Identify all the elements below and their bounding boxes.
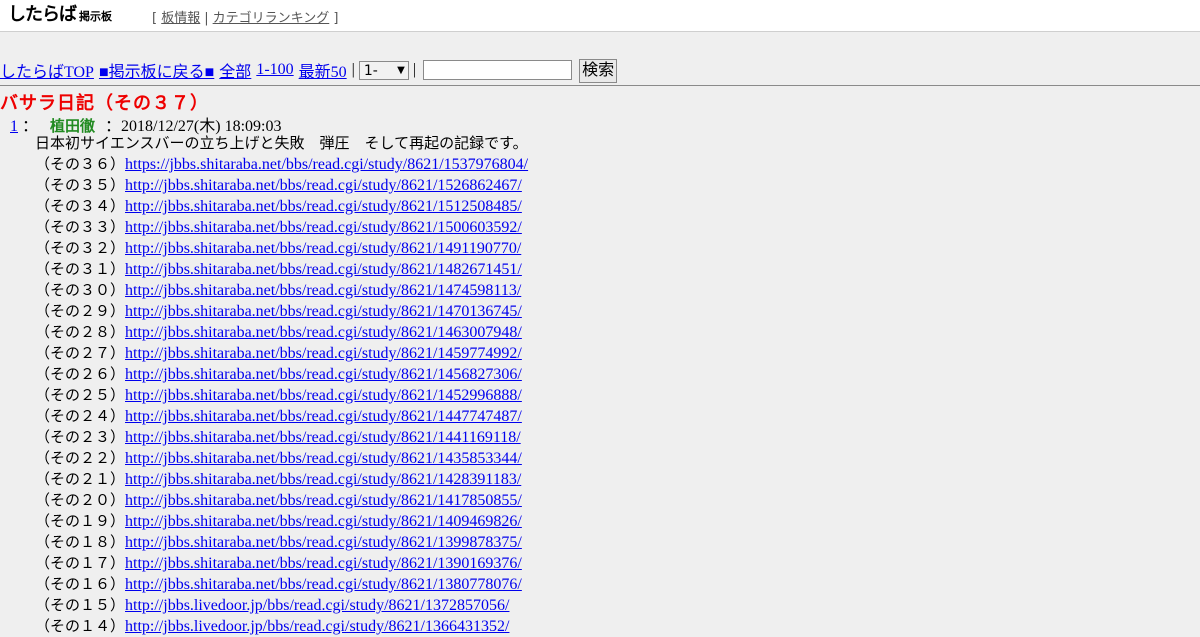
entry-label: （その２１） [35,470,126,488]
entry-label: （その３６） [35,155,126,173]
list-item: （その２１）http://jbbs.shitaraba.net/bbs/read… [35,469,528,490]
post-intro: 日本初サイエンスバーの立ち上げと失敗 弾圧 そして再起の記録です。 [35,134,528,152]
entry-label: （その３０） [35,281,126,299]
list-item: （その１９）http://jbbs.shitaraba.net/bbs/read… [35,511,528,532]
entry-label: （その２３） [35,428,126,446]
bracket-close: ] [333,11,339,26]
logo-main-text: したらば [8,4,77,25]
list-item: （その１８）http://jbbs.shitaraba.net/bbs/read… [35,532,528,553]
post-number-link[interactable]: 1 [10,118,18,135]
nav-separator: | [412,61,417,78]
top-bar: したらば 掲示板 [ 板情報 | カテゴリランキング ] [0,0,1200,32]
entry-label: （その１５） [35,596,126,614]
search-button[interactable]: 検索 [579,59,618,83]
logo-sub-text: 掲示板 [79,9,112,23]
entry-label: （その２５） [35,386,126,404]
list-item: （その２３）http://jbbs.shitaraba.net/bbs/read… [35,427,528,448]
entry-link[interactable]: http://jbbs.shitaraba.net/bbs/read.cgi/s… [125,534,522,551]
category-ranking-link[interactable]: カテゴリランキング [213,11,330,26]
entry-link[interactable]: http://jbbs.shitaraba.net/bbs/read.cgi/s… [125,492,522,509]
search-input[interactable] [423,60,573,80]
shitaraba-top-link[interactable]: したらばTOP [0,58,94,82]
list-item: （その１５）http://jbbs.livedoor.jp/bbs/read.c… [35,595,528,616]
list-item: （その３５）http://jbbs.shitaraba.net/bbs/read… [35,175,528,196]
list-item: （その２０）http://jbbs.shitaraba.net/bbs/read… [35,490,528,511]
dropdown-arrow-icon: ▼ [397,64,405,76]
entry-label: （その２２） [35,449,126,467]
entry-link[interactable]: http://jbbs.livedoor.jp/bbs/read.cgi/stu… [125,618,509,635]
entry-link[interactable]: http://jbbs.livedoor.jp/bbs/read.cgi/stu… [125,597,509,614]
list-item: （その２８）http://jbbs.shitaraba.net/bbs/read… [35,322,528,343]
entry-label: （その１７） [35,554,126,572]
list-item: （その３３）http://jbbs.shitaraba.net/bbs/read… [35,217,528,238]
entry-link[interactable]: http://jbbs.shitaraba.net/bbs/read.cgi/s… [125,576,522,593]
entry-link[interactable]: http://jbbs.shitaraba.net/bbs/read.cgi/s… [125,345,522,362]
entry-link[interactable]: http://jbbs.shitaraba.net/bbs/read.cgi/s… [125,450,522,467]
entry-link[interactable]: http://jbbs.shitaraba.net/bbs/read.cgi/s… [125,324,522,341]
entry-label: （その３５） [35,176,126,194]
bracket-open: [ [152,11,158,26]
list-item: （その３６）https://jbbs.shitaraba.net/bbs/rea… [35,154,528,175]
nav-separator: | [351,61,355,78]
entry-link[interactable]: https://jbbs.shitaraba.net/bbs/read.cgi/… [125,156,528,173]
thread-link-list: （その３６）https://jbbs.shitaraba.net/bbs/rea… [35,154,528,637]
back-to-board-link[interactable]: ■掲示板に戻る■ [99,58,214,82]
board-nav: [ 板情報 | カテゴリランキング ] [152,7,338,26]
list-item: （その２５）http://jbbs.shitaraba.net/bbs/read… [35,385,528,406]
entry-label: （その２６） [35,365,126,383]
entry-link[interactable]: http://jbbs.shitaraba.net/bbs/read.cgi/s… [125,366,522,383]
posts-1-100-link[interactable]: 1-100 [256,61,293,79]
entry-label: （その３４） [35,197,126,215]
entry-label: （その２７） [35,344,126,362]
topnav-separator: | [204,11,209,26]
list-item: （その１６）http://jbbs.shitaraba.net/bbs/read… [35,574,528,595]
range-select[interactable]: 1- ▼ [358,60,409,80]
shitaraba-logo[interactable]: したらば 掲示板 [8,5,112,25]
entry-label: （その１６） [35,575,126,593]
list-item: （その２２）http://jbbs.shitaraba.net/bbs/read… [35,448,528,469]
entry-label: （その２０） [35,491,126,509]
list-item: （その３２）http://jbbs.shitaraba.net/bbs/read… [35,238,528,259]
entry-link[interactable]: http://jbbs.shitaraba.net/bbs/read.cgi/s… [125,387,522,404]
list-item: （その１４）http://jbbs.livedoor.jp/bbs/read.c… [35,616,528,637]
entry-label: （その１４） [35,617,126,635]
entry-link[interactable]: http://jbbs.shitaraba.net/bbs/read.cgi/s… [125,303,522,320]
list-item: （その３１）http://jbbs.shitaraba.net/bbs/read… [35,259,528,280]
post-body: 日本初サイエンスバーの立ち上げと失敗 弾圧 そして再起の記録です。 （その３６）… [35,133,528,637]
entry-label: （その２９） [35,302,126,320]
all-posts-link[interactable]: 全部 [219,58,251,82]
latest-50-link[interactable]: 最新50 [299,58,347,82]
entry-link[interactable]: http://jbbs.shitaraba.net/bbs/read.cgi/s… [125,471,521,488]
entry-label: （その１８） [35,533,126,551]
list-item: （その２６）http://jbbs.shitaraba.net/bbs/read… [35,364,528,385]
thread-nav: したらばTOP ■掲示板に戻る■ 全部 1-100 最新50 | 1- ▼ | … [0,57,618,83]
list-item: （その１７）http://jbbs.shitaraba.net/bbs/read… [35,553,528,574]
entry-label: （その３３） [35,218,126,236]
entry-link[interactable]: http://jbbs.shitaraba.net/bbs/read.cgi/s… [125,219,522,236]
list-item: （その２７）http://jbbs.shitaraba.net/bbs/read… [35,343,528,364]
board-info-link[interactable]: 板情報 [161,11,200,26]
list-item: （その２４）http://jbbs.shitaraba.net/bbs/read… [35,406,528,427]
entry-label: （その１９） [35,512,126,530]
entry-label: （その２８） [35,323,126,341]
entry-link[interactable]: http://jbbs.shitaraba.net/bbs/read.cgi/s… [125,240,521,257]
entry-link[interactable]: http://jbbs.shitaraba.net/bbs/read.cgi/s… [125,177,522,194]
entry-link[interactable]: http://jbbs.shitaraba.net/bbs/read.cgi/s… [125,282,521,299]
entry-link[interactable]: http://jbbs.shitaraba.net/bbs/read.cgi/s… [125,198,522,215]
list-item: （その２９）http://jbbs.shitaraba.net/bbs/read… [35,301,528,322]
entry-link[interactable]: http://jbbs.shitaraba.net/bbs/read.cgi/s… [125,261,522,278]
entry-link[interactable]: http://jbbs.shitaraba.net/bbs/read.cgi/s… [125,513,522,530]
entry-link[interactable]: http://jbbs.shitaraba.net/bbs/read.cgi/s… [125,429,521,446]
entry-link[interactable]: http://jbbs.shitaraba.net/bbs/read.cgi/s… [125,408,522,425]
list-item: （その３０）http://jbbs.shitaraba.net/bbs/read… [35,280,528,301]
entry-label: （その２４） [35,407,126,425]
entry-link[interactable]: http://jbbs.shitaraba.net/bbs/read.cgi/s… [125,555,522,572]
list-item: （その３４）http://jbbs.shitaraba.net/bbs/read… [35,196,528,217]
range-select-value: 1- [363,62,378,79]
entry-label: （その３２） [35,239,126,257]
nav-divider [0,85,1200,86]
entry-label: （その３１） [35,260,126,278]
